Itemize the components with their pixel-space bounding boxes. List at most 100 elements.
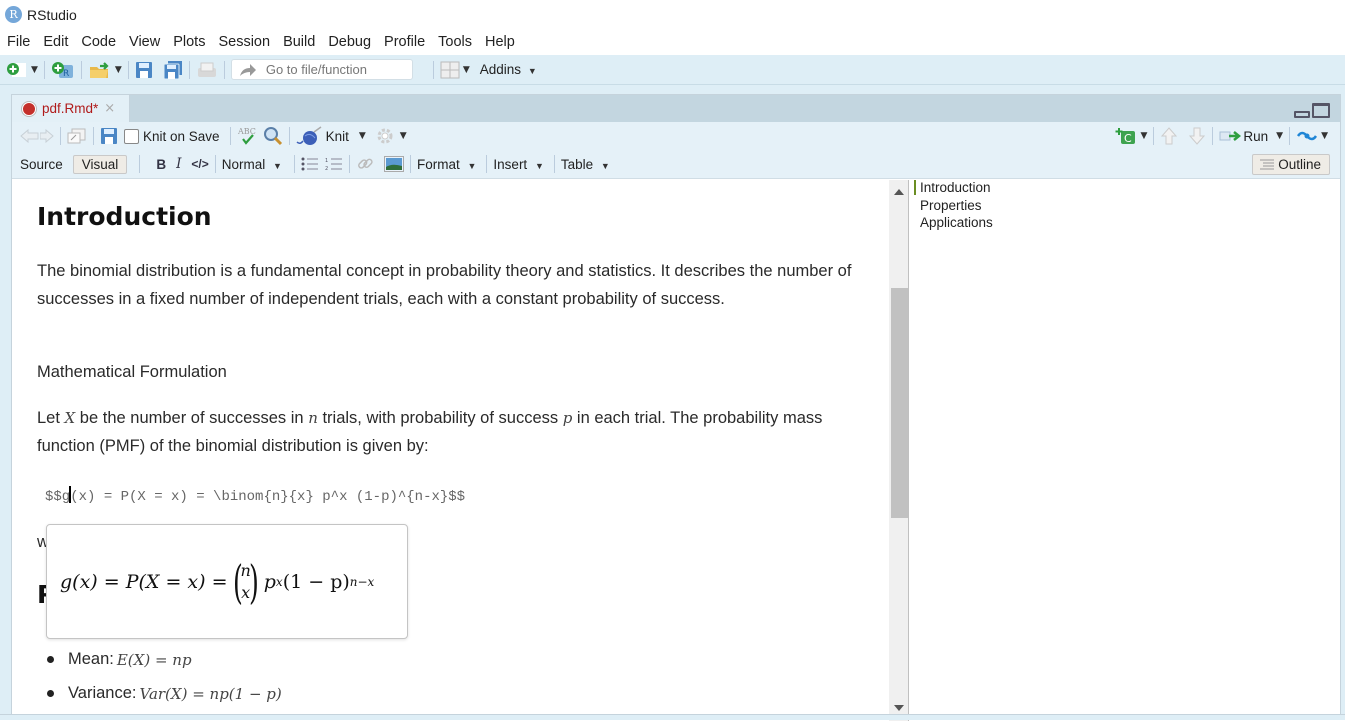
italic-button[interactable]: I <box>176 156 181 172</box>
addins-menu[interactable]: Addins ▼ <box>480 62 537 77</box>
svg-text:1: 1 <box>325 158 328 164</box>
open-file-dropdown-icon[interactable]: ▼ <box>115 65 122 75</box>
back-arrow-icon[interactable] <box>20 129 40 143</box>
link-icon[interactable] <box>356 156 376 172</box>
code-button[interactable]: </> <box>191 157 208 171</box>
menu-debug[interactable]: Debug <box>328 34 371 50</box>
knit-dropdown-icon[interactable]: ▼ <box>359 131 366 141</box>
run-button[interactable]: Run <box>1243 129 1268 144</box>
new-file-icon[interactable] <box>6 61 28 79</box>
minimize-pane-icon[interactable] <box>1294 111 1310 118</box>
save-icon[interactable] <box>100 127 118 145</box>
latex-equation-source[interactable]: $$g(x) = P(X = x) = \binom{n}{x} p^x (1-… <box>45 486 465 505</box>
menu-view[interactable]: View <box>129 34 160 50</box>
list-item: Variance: Var(X) = np(1 − p) <box>47 684 282 703</box>
binomial-coefficient: ( n x ) <box>232 554 259 609</box>
format-dropdown-icon: ▼ <box>467 160 477 171</box>
addins-label: Addins <box>479 62 522 77</box>
workspace-panes-dropdown-icon[interactable]: ▼ <box>463 65 470 75</box>
editor-vertical-scrollbar[interactable] <box>889 180 909 721</box>
insert-chunk-icon[interactable]: C <box>1115 127 1137 145</box>
find-replace-icon[interactable] <box>263 126 283 146</box>
visual-mode-button[interactable]: Visual <box>72 154 128 174</box>
spell-check-icon[interactable]: ABC <box>237 126 259 146</box>
menu-edit[interactable]: Edit <box>43 34 68 50</box>
workspace-panes-icon[interactable] <box>440 61 460 79</box>
block-style-select[interactable]: Normal ▼ <box>222 157 282 172</box>
math-rest-exponent: n−x <box>349 574 375 589</box>
editor-tab-bar: pdf.Rmd* × <box>12 95 1340 122</box>
knit-on-save-checkbox[interactable] <box>124 128 139 144</box>
workspace-area: pdf.Rmd* × Knit on Save ABC Knit ▼ ▼ C ▼… <box>0 85 1345 721</box>
menu-tools[interactable]: Tools <box>438 34 472 50</box>
scrollbar-thumb[interactable] <box>891 287 908 518</box>
definition-paragraph: Let X be the number of successes in n tr… <box>37 404 867 460</box>
goto-file-function-input[interactable]: Go to file/function <box>230 59 413 80</box>
rstudio-logo-icon: R <box>5 6 22 23</box>
menu-build[interactable]: Build <box>283 34 315 50</box>
knit-icon[interactable] <box>296 126 322 146</box>
outline-label: Outline <box>1278 157 1321 172</box>
save-icon[interactable] <box>135 61 153 79</box>
gear-icon[interactable] <box>376 127 394 145</box>
print-icon[interactable] <box>196 61 218 79</box>
source-dropdown-icon[interactable]: ▼ <box>1321 131 1328 141</box>
table-menu[interactable]: Table ▼ <box>561 157 610 172</box>
scroll-down-icon[interactable] <box>894 705 904 711</box>
source-mode-button[interactable]: Source <box>20 157 63 172</box>
forward-arrow-icon[interactable] <box>40 129 54 143</box>
list-label: Variance: <box>68 684 137 702</box>
run-dropdown-icon[interactable]: ▼ <box>1276 131 1283 141</box>
outline-item-introduction[interactable]: Introduction <box>914 180 991 195</box>
bottom-pane-border <box>0 714 1345 720</box>
outline-toggle-button[interactable]: Outline <box>1252 154 1330 175</box>
menu-code[interactable]: Code <box>81 34 116 50</box>
insert-label: Insert <box>493 156 528 172</box>
tab-pdf-rmd[interactable]: pdf.Rmd* × <box>12 95 130 122</box>
svg-text:ABC: ABC <box>237 127 256 136</box>
window-title: RStudio <box>27 6 77 23</box>
math-lhs: g(x) = P(X = x) = <box>60 570 228 593</box>
scroll-up-icon[interactable] <box>894 189 904 195</box>
bullet-icon <box>47 690 54 697</box>
numbered-list-icon[interactable]: 12 <box>325 157 343 171</box>
svg-text:2: 2 <box>325 166 328 171</box>
menu-plots[interactable]: Plots <box>173 34 205 50</box>
previous-section-icon[interactable] <box>1160 127 1178 145</box>
image-icon[interactable] <box>383 156 404 172</box>
format-menu[interactable]: Format ▼ <box>417 157 476 172</box>
source-rerun-icon[interactable] <box>1296 128 1318 144</box>
bold-button[interactable]: B <box>156 157 166 172</box>
insert-chunk-dropdown-icon[interactable]: ▼ <box>1140 131 1147 141</box>
gear-dropdown-icon[interactable]: ▼ <box>400 131 407 141</box>
insert-menu[interactable]: Insert ▼ <box>493 157 543 172</box>
menu-session[interactable]: Session <box>218 34 270 50</box>
intro-paragraph: The binomial distribution is a fundament… <box>37 262 852 308</box>
new-project-icon[interactable]: R <box>51 61 75 79</box>
save-all-icon[interactable] <box>163 60 183 79</box>
visual-editor[interactable]: Introduction The binomial distribution i… <box>12 180 889 721</box>
math-rest: (1 − p) <box>282 570 350 593</box>
close-icon[interactable]: × <box>104 101 115 116</box>
menu-help[interactable]: Help <box>485 34 515 50</box>
outline-item-applications[interactable]: Applications <box>920 215 993 230</box>
new-file-dropdown-icon[interactable]: ▼ <box>31 65 38 75</box>
show-in-window-icon[interactable] <box>67 128 87 144</box>
bullet-list-icon[interactable] <box>301 157 319 171</box>
run-icon[interactable] <box>1219 129 1243 143</box>
list-item: Mean: E(X) = np <box>47 650 192 669</box>
knit-button[interactable]: Knit <box>326 129 349 144</box>
open-file-icon[interactable] <box>88 61 112 79</box>
goto-placeholder: Go to file/function <box>265 62 368 77</box>
outline-item-properties[interactable]: Properties <box>920 198 982 213</box>
math-X: X <box>64 409 76 427</box>
tab-label: pdf.Rmd* <box>42 101 99 116</box>
menu-bar: File Edit Code View Plots Session Build … <box>0 29 1345 55</box>
next-section-icon[interactable] <box>1188 127 1206 145</box>
menu-file[interactable]: File <box>7 34 30 50</box>
menu-profile[interactable]: Profile <box>384 34 425 50</box>
editor-toolbar: Knit on Save ABC Knit ▼ ▼ C ▼ Run ▼ ▼ <box>12 122 1340 150</box>
list-label: Mean: <box>68 650 114 668</box>
goto-arrow-icon <box>239 63 256 76</box>
maximize-pane-icon[interactable] <box>1312 103 1330 118</box>
